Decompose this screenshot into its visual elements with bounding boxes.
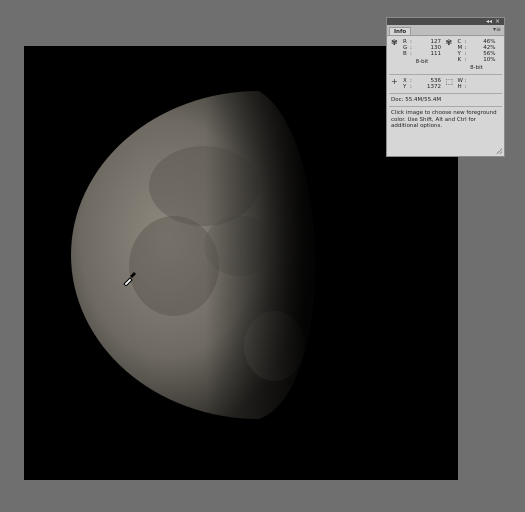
size-value xyxy=(470,84,496,90)
crosshair-icon[interactable]: + xyxy=(391,78,403,90)
rgb-readout: ✾ R:127 G:130 B:111 8-bit xyxy=(391,39,446,71)
collapse-icon[interactable]: ◂◂ xyxy=(486,18,492,25)
resize-grip-icon[interactable] xyxy=(496,148,502,154)
geometry-row: + X:536 Y:1372 ⬚ W: H: xyxy=(387,75,504,93)
panel-menu-icon[interactable]: ▾≡ xyxy=(493,26,501,33)
cmyk-value: 10% xyxy=(483,57,496,63)
eyedropper-icon[interactable]: ✾ xyxy=(391,39,403,71)
close-icon[interactable]: × xyxy=(495,18,500,25)
position-readout: + X:536 Y:1372 xyxy=(391,77,441,91)
size-label: H xyxy=(457,84,462,90)
color-readout-row: ✾ R:127 G:130 B:111 8-bit ✾ C:46% M:42% … xyxy=(387,36,504,74)
panel-title-strip[interactable]: ◂◂ × xyxy=(387,18,504,25)
doc-size: Doc: 55.4M/55.4M xyxy=(391,97,442,103)
help-text: Click image to choose new foreground col… xyxy=(391,110,497,129)
rgb-value: 111 xyxy=(430,51,442,57)
info-panel[interactable]: ◂◂ × Info ▾≡ ✾ R:127 G:130 B:111 8-bit ✾… xyxy=(386,17,505,157)
cmyk-bit-depth[interactable]: 8-bit xyxy=(458,65,496,71)
cmyk-label: K xyxy=(457,57,462,63)
eyedropper-cursor-icon xyxy=(123,272,136,286)
cmyk-readout: ✾ C:46% M:42% Y:56% K:10% 8-bit xyxy=(445,38,496,72)
coord-label: Y xyxy=(403,84,407,90)
eyedropper-icon[interactable]: ✾ xyxy=(446,39,458,71)
size-readout: ⬚ W: H: xyxy=(445,77,501,91)
rgb-label: B xyxy=(403,51,407,57)
coord-value: 1372 xyxy=(427,84,441,90)
panel-header: Info ▾≡ xyxy=(387,25,504,36)
rgb-bit-depth[interactable]: 8-bit xyxy=(403,59,441,65)
tab-info[interactable]: Info xyxy=(389,27,412,35)
selection-size-icon: ⬚ xyxy=(445,77,454,86)
